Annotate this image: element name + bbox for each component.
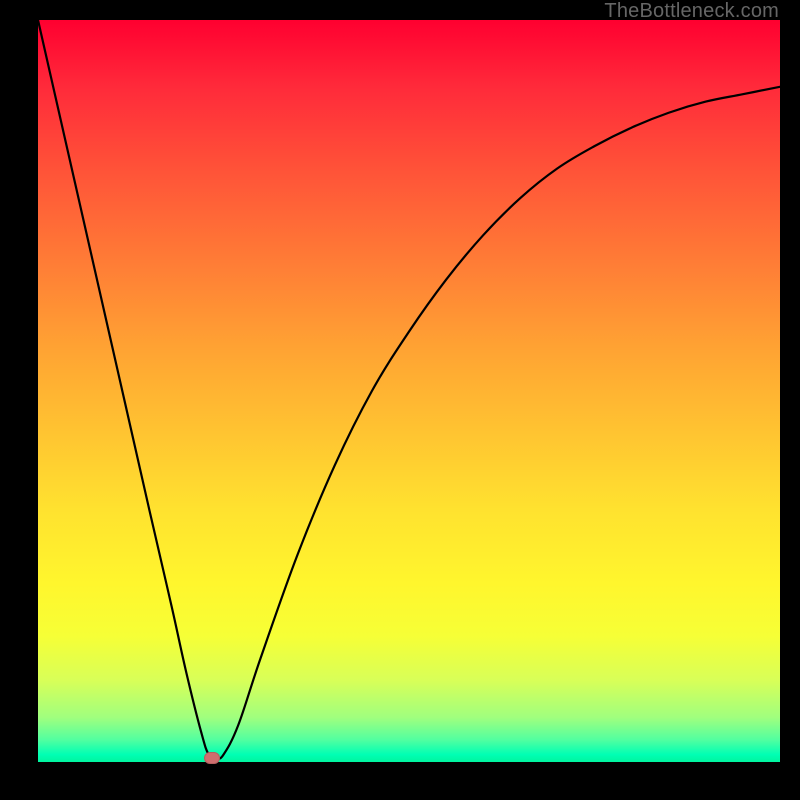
plot-area — [38, 20, 780, 762]
chart-frame: TheBottleneck.com — [0, 0, 800, 800]
watermark-text: TheBottleneck.com — [604, 0, 779, 23]
bottleneck-curve — [38, 20, 780, 762]
minimum-marker — [204, 752, 220, 764]
curve-path — [38, 20, 780, 759]
